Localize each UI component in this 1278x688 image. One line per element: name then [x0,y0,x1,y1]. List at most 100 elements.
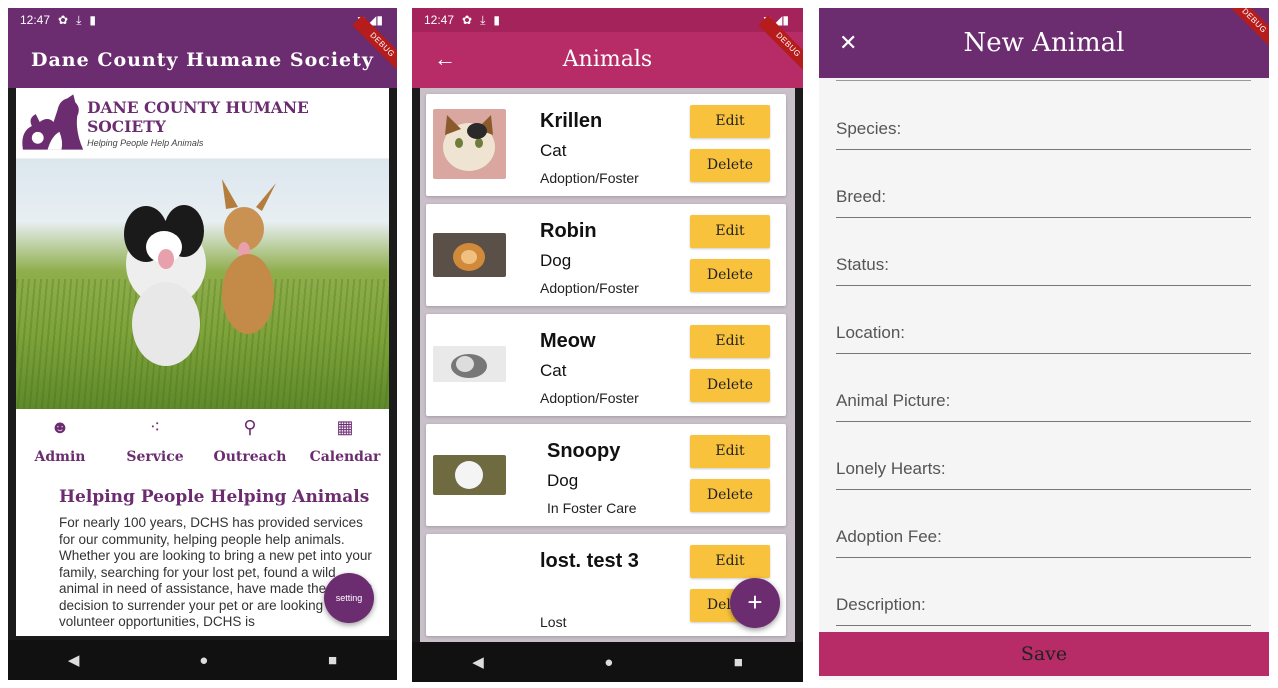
app-bar: Dane County Humane Society [8,32,397,88]
species-field[interactable]: Species: [836,113,1251,150]
new-animal-screen: ✕ New Animal DEBUG Species: Breed: Statu… [819,8,1269,680]
adoption-fee-label: Adoption Fee: [836,527,942,546]
add-animal-fab-button[interactable]: + [730,578,780,628]
android-nav-bar: ◀ ● ■ [8,640,397,680]
download-status-icon: ⤓ [76,12,82,27]
breed-field[interactable]: Breed: [836,181,1251,218]
animal-name: Snoopy [547,440,621,462]
species-label: Species: [836,119,902,138]
dchs-logo: DANE COUNTY HUMANE SOCIETY Helping Peopl… [16,88,389,159]
breed-label: Breed: [836,187,887,206]
status-bar: 12:47 ✿ ⤓ ▮ ▼◢▮ [8,8,397,32]
cat-photo [433,109,506,179]
nav-admin[interactable]: ☻ Admin [16,415,104,465]
delete-button[interactable]: Delete [690,369,770,402]
home-screen: 12:47 ✿ ⤓ ▮ ▼◢▮ Dane County Humane Socie… [8,8,397,680]
location-label: Location: [836,323,905,342]
page-title: New Animal [963,28,1125,58]
setting-fab-button[interactable]: setting [324,573,374,623]
status-bar: 12:47 ✿ ⤓ ▮ ▼◢▮ [412,8,803,32]
hero-image-dogs-running [16,159,389,409]
animal-species: Cat [540,141,567,160]
nav-service[interactable]: ⁖ Service [111,415,199,465]
animal-card-meow[interactable]: Meow Cat Adoption/Foster Edit Delete [426,314,786,416]
animal-name: Krillen [540,110,603,132]
dog-photo [433,233,506,277]
sd-card-status-icon: ▮ [493,13,501,27]
delete-button[interactable]: Delete [690,479,770,512]
logo-tagline: Helping People Help Animals [87,138,204,148]
delete-button[interactable]: Delete [690,259,770,292]
lonely-hearts-label: Lonely Hearts: [836,459,946,478]
animal-status: Adoption/Foster [540,280,639,296]
nav-calendar[interactable]: ▦ Calendar [301,415,389,465]
animal-card-robin[interactable]: Robin Dog Adoption/Foster Edit Delete [426,204,786,306]
edit-button[interactable]: Edit [690,545,770,578]
location-field[interactable]: Location: [836,317,1251,354]
home-nav-bar: ☻ Admin ⁖ Service ⚲ Outreach ▦ Calendar [16,409,389,465]
animal-species: Dog [540,251,572,270]
android-nav-bar: ◀ ● ■ [412,642,803,682]
back-nav-icon[interactable]: ◀ [472,653,484,671]
logo-text: DANE COUNTY HUMANE SOCIETY Helping Peopl… [87,98,389,148]
animal-status: Adoption/Foster [540,390,639,406]
description-field[interactable]: Description: [836,589,1251,626]
app-bar: ← Animals [412,32,803,88]
status-field[interactable]: Status: [836,249,1251,286]
save-button[interactable]: Save [819,632,1269,676]
animals-screen: 12:47 ✿ ⤓ ▮ ▼◢▮ ← Animals DEBUG Krillen … [412,8,803,682]
app-bar: ✕ New Animal [819,8,1269,78]
animal-card-lost-test-3[interactable]: lost. test 3 Lost Edit Delete [426,534,786,636]
settings-status-icon: ✿ [462,13,473,27]
back-nav-icon[interactable]: ◀ [68,651,80,669]
delete-button[interactable]: Delete [690,149,770,182]
section-title: Helping People Helping Animals [59,487,370,507]
animal-status: In Foster Care [547,500,637,516]
dogs-illustration [124,179,276,366]
animal-name: Meow [540,330,596,352]
edit-button[interactable]: Edit [690,215,770,248]
animal-status: Adoption/Foster [540,170,639,186]
nav-outreach[interactable]: ⚲ Outreach [206,415,294,465]
animal-species: Dog [547,471,579,490]
nav-calendar-label: Calendar [309,449,381,465]
calendar-icon: ▦ [336,417,354,437]
home-nav-icon[interactable]: ● [604,654,613,671]
app-title: Dane County Humane Society [31,49,374,71]
lonely-hearts-field[interactable]: Lonely Hearts: [836,453,1251,490]
recents-nav-icon[interactable]: ■ [734,654,743,671]
animal-species: Cat [540,361,567,380]
admin-face-icon: ☻ [50,417,70,437]
nav-outreach-label: Outreach [213,449,287,465]
logo-title: DANE COUNTY HUMANE SOCIETY [87,98,309,136]
animal-picture-field[interactable]: Animal Picture: [836,385,1251,422]
recents-nav-icon[interactable]: ■ [328,652,337,669]
status-time: 12:47 [20,13,51,27]
home-nav-icon[interactable]: ● [199,652,208,669]
sd-card-status-icon: ▮ [89,13,97,27]
animal-card-snoopy[interactable]: Snoopy Dog In Foster Care Edit Delete [426,424,786,526]
adoption-fee-field[interactable]: Adoption Fee: [836,521,1251,558]
description-label: Description: [836,595,926,614]
home-content: DANE COUNTY HUMANE SOCIETY Helping Peopl… [16,88,389,636]
animal-picture-label: Animal Picture: [836,391,951,410]
edit-button[interactable]: Edit [690,325,770,358]
settings-status-icon: ✿ [58,13,69,27]
nav-admin-label: Admin [34,449,86,465]
field-divider [836,80,1251,81]
animal-list: Krillen Cat Adoption/Foster Edit Delete … [420,88,795,642]
nav-service-label: Service [126,449,184,465]
edit-button[interactable]: Edit [690,105,770,138]
animal-name: Robin [540,220,597,242]
dog-photo [433,455,506,495]
download-status-icon: ⤓ [480,12,486,27]
service-dots-icon: ⁖ [149,417,161,437]
search-icon: ⚲ [243,417,257,437]
cat-dog-logo-icon [22,94,84,150]
edit-button[interactable]: Edit [690,435,770,468]
status-time: 12:47 [424,13,455,27]
status-label: Status: [836,255,889,274]
page-title: Animals [562,47,653,72]
animal-status: Lost [540,614,567,630]
animal-card-krillen[interactable]: Krillen Cat Adoption/Foster Edit Delete [426,94,786,196]
